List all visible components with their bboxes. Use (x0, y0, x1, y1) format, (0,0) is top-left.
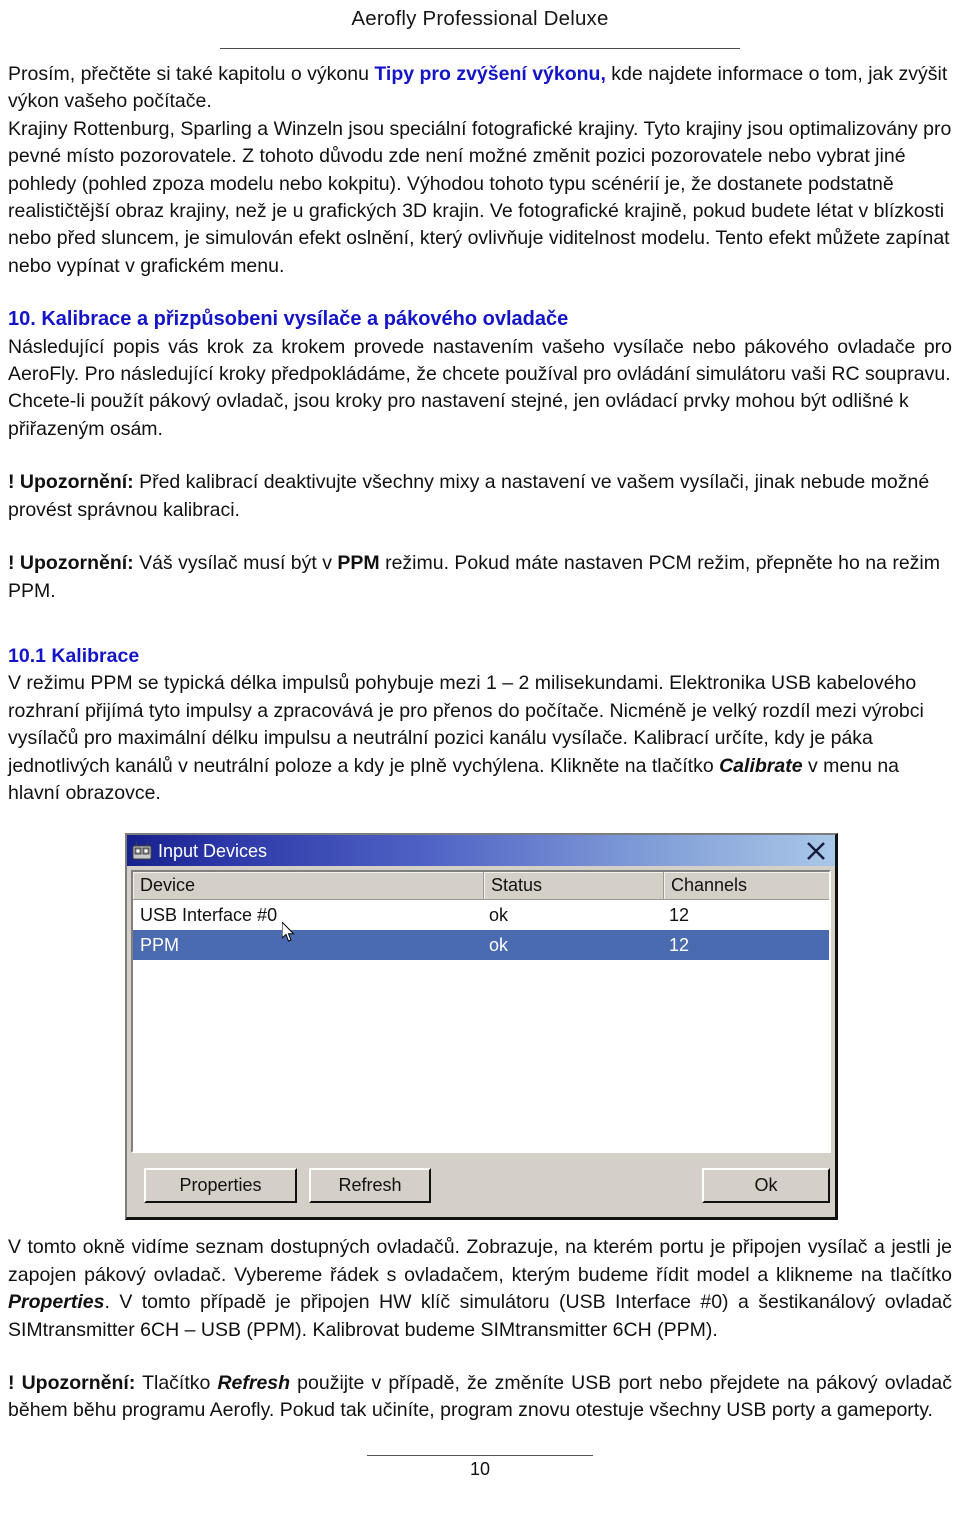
properties-button[interactable]: Properties (144, 1167, 297, 1203)
dialog-titlebar[interactable]: Input Devices (127, 835, 835, 867)
device-list[interactable]: Device Status Channels USB Interface #0 … (131, 870, 831, 1154)
cell-status: ok (489, 904, 509, 925)
table-row[interactable]: PPM ok 12 (133, 930, 829, 961)
cell-channels: 12 (669, 934, 690, 955)
rc-transmitter-icon (132, 842, 152, 860)
heading-section-10-1: 10.1 Kalibrace (8, 644, 140, 667)
cell-channels: 12 (669, 904, 690, 925)
refresh-button-reference: Refresh (217, 1371, 291, 1394)
warning-text-a: Váš vysílač musí být v (133, 552, 338, 575)
warning-ppm-mode: ! Upozornění: Váš vysílač musí být v PPM… (8, 550, 952, 605)
dialog-content: Device Status Channels USB Interface #0 … (127, 866, 835, 1154)
page-header: Aerofly Professional Deluxe (0, 0, 960, 31)
warning-text: Před kalibrací deaktivujte všechny mixy … (8, 471, 930, 521)
paragraph-step-description: Následující popis vás krok za krokem pro… (8, 335, 952, 386)
cell-status: ok (489, 934, 509, 955)
paragraph-joystick-note: Chcete-li použít pákový ovladač, jsou kr… (8, 390, 909, 440)
cell-device: PPM (140, 934, 180, 955)
warning-label: ! Upozornění: (8, 471, 134, 494)
page-number: 10 (469, 1458, 491, 1479)
warning-label: ! Upozornění: (8, 1371, 136, 1394)
footer-divider (367, 1454, 593, 1456)
refresh-button[interactable]: Refresh (309, 1167, 431, 1203)
dialog-title: Input Devices (158, 840, 268, 861)
document-body: Prosím, přečtěte si také kapitolu o výko… (0, 61, 960, 807)
column-header-device[interactable]: Device (133, 872, 484, 901)
header-divider (220, 48, 740, 49)
column-header-status[interactable]: Status (484, 872, 664, 901)
dialog-button-bar: Properties Refresh Ok (127, 1153, 835, 1217)
paragraph-calibration-intro: V režimu PPM se typická délka impulsů po… (8, 670, 952, 807)
calibrate-button-reference: Calibrate (719, 754, 803, 777)
close-icon[interactable] (803, 839, 829, 863)
p6-text-a: V tomto okně vidíme seznam dostupných ov… (8, 1236, 952, 1286)
document-page: Aerofly Professional Deluxe Prosím, přeč… (0, 0, 960, 1524)
document-body-tail: V tomto okně vidíme seznam dostupných ov… (0, 1234, 960, 1424)
warning-refresh-usage: ! Upozornění: Tlačítko Refresh použijte … (8, 1370, 952, 1425)
column-header-channels[interactable]: Channels (664, 872, 829, 901)
document-title: Aerofly Professional Deluxe (351, 7, 609, 30)
p6-text-b: . V tomto případě je připojen HW klíč si… (8, 1291, 952, 1341)
table-row[interactable]: USB Interface #0 ok 12 (133, 900, 829, 930)
properties-button-reference: Properties (8, 1291, 105, 1314)
device-list-header: Device Status Channels (133, 872, 829, 901)
ok-button[interactable]: Ok (702, 1167, 830, 1203)
p1-text-before: Prosím, přečtěte si také kapitolu o výko… (8, 63, 375, 85)
warning-label: ! Upozornění: (8, 552, 134, 575)
input-devices-dialog: Input Devices Device Status Channels USB… (125, 833, 838, 1221)
paragraph-performance-tips: Prosím, přečtěte si také kapitolu o výko… (8, 61, 952, 116)
paragraph-landscapes: Krajiny Rottenburg, Sparling a Winzeln j… (8, 117, 952, 277)
heading-section-10: 10. Kalibrace a přizpůsobeni vysílače a … (8, 308, 569, 331)
warning-text-a: Tlačítko (135, 1371, 218, 1394)
dialog-screenshot-area: Input Devices Device Status Channels USB… (0, 833, 960, 1221)
link-performance-tips[interactable]: Tipy pro zvýšení výkonu, (374, 63, 606, 85)
cell-device: USB Interface #0 (140, 904, 278, 925)
page-footer: 10 (0, 1454, 960, 1480)
warning-deactivate-mixes: ! Upozornění: Před kalibrací deaktivujte… (8, 469, 952, 524)
warning-ppm-keyword: PPM (337, 552, 380, 575)
paragraph-dialog-explanation: V tomto okně vidíme seznam dostupných ov… (8, 1234, 952, 1344)
